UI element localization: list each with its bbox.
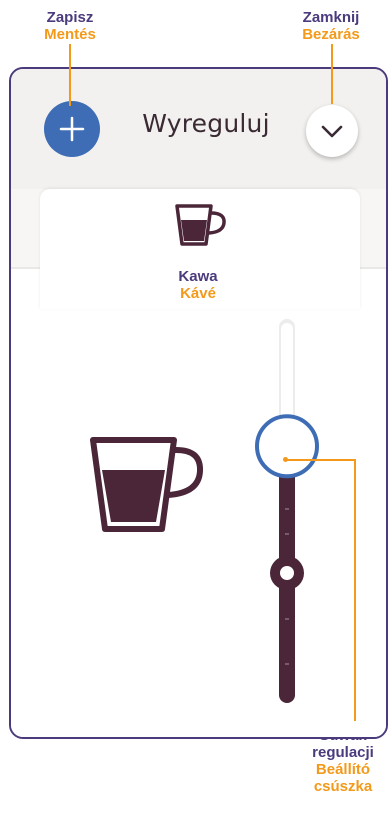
save-callout-hu: Mentés: [44, 26, 96, 43]
page-title: Wyreguluj: [142, 109, 270, 138]
close-callout-pl: Zamknij: [302, 9, 360, 26]
plus-icon: [59, 116, 85, 142]
slider-thumb[interactable]: [255, 414, 319, 479]
coffee-cup-large-icon: [90, 437, 203, 532]
close-button[interactable]: [306, 105, 358, 157]
save-button[interactable]: [44, 101, 100, 157]
coffee-cup-icon: [175, 204, 226, 246]
slider-callout-hu1: Beállító: [315, 761, 371, 778]
tab-coffee-label: Kawa Kávé: [140, 268, 256, 302]
save-callout: Zapisz Mentés: [20, 9, 120, 43]
slider-leader-v: [354, 459, 356, 721]
close-leader-line: [331, 44, 333, 104]
slider-leader-dot: [283, 457, 288, 462]
slider-leader-h: [285, 459, 355, 461]
save-callout-pl: Zapisz: [46, 9, 94, 26]
slider-callout-pl2: regulacji: [312, 744, 374, 761]
close-callout-hu: Bezárás: [302, 26, 360, 43]
device-screen: Wyreguluj: [9, 67, 388, 739]
adjust-slider[interactable]: [237, 319, 337, 709]
slider-callout-hu2: csúszka: [313, 778, 373, 795]
save-leader-line: [69, 44, 71, 106]
tab-label-hu: Kávé: [180, 285, 216, 302]
chevron-down-icon: [321, 125, 343, 138]
tab-label-pl: Kawa: [178, 268, 218, 285]
slider-default-marker-hole: [280, 566, 294, 580]
close-callout: Zamknij Bezárás: [276, 9, 386, 43]
